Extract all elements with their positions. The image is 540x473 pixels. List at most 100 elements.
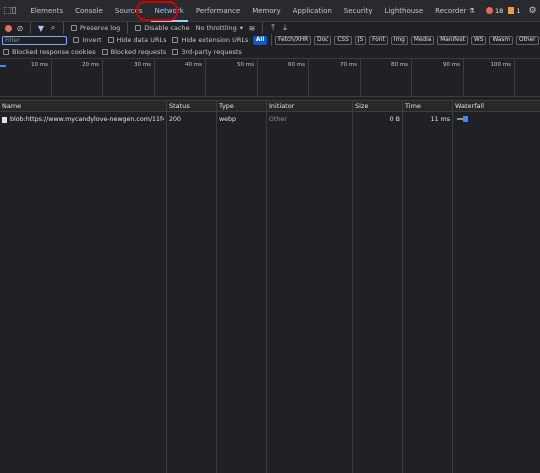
inspect-element-icon[interactable]: ⬚: [3, 4, 12, 18]
column-header-initiator[interactable]: Initiator: [269, 102, 294, 110]
disable-cache-box[interactable]: [135, 25, 142, 31]
column-divider: [452, 100, 453, 473]
tab-lighthouse[interactable]: Lighthouse: [379, 0, 430, 22]
preserve-log-checkbox[interactable]: Preserve log: [71, 24, 120, 32]
more-options-icon[interactable]: ⋮: [537, 4, 540, 18]
disable-cache-checkbox[interactable]: Disable cache: [135, 24, 190, 32]
column-header-time[interactable]: Time: [405, 102, 421, 110]
hide-data-urls-checkbox[interactable]: Hide data URLs: [107, 36, 167, 44]
column-header-status[interactable]: Status: [169, 102, 190, 110]
third-party-requests-box[interactable]: [172, 49, 179, 55]
column-divider: [352, 100, 353, 473]
type-filter-img[interactable]: Img: [390, 35, 408, 45]
divider: [127, 22, 129, 34]
tab-performance[interactable]: Performance: [190, 0, 246, 22]
tab-recorder-label: Recorder: [435, 6, 467, 15]
warning-count-badge[interactable]: 1: [508, 7, 520, 15]
row-name: blob:https://www.mycandylove-newgen.com/…: [10, 116, 164, 123]
overview-tick-label: 90 ms: [443, 62, 460, 68]
hide-extension-urls-box[interactable]: [172, 37, 179, 43]
blocked-filters-row: Blocked response cookies Blocked request…: [0, 46, 540, 58]
hide-extension-urls-checkbox[interactable]: Hide extension URLs: [172, 36, 248, 44]
type-filter-wasm[interactable]: Wasm: [489, 35, 514, 45]
invert-checkbox[interactable]: Invert: [73, 36, 102, 44]
column-header-type[interactable]: Type: [219, 102, 234, 110]
third-party-requests-checkbox[interactable]: 3rd-party requests: [172, 48, 242, 56]
type-filter-doc[interactable]: Doc: [314, 35, 332, 45]
overview-gridline: [514, 59, 515, 96]
filter-icon[interactable]: ▼: [35, 22, 47, 34]
type-filter-media[interactable]: Media: [410, 35, 435, 45]
column-header-size[interactable]: Size: [355, 102, 368, 110]
tab-memory[interactable]: Memory: [246, 0, 286, 22]
overview-gridline: [360, 59, 361, 96]
overview-request-bar: [0, 65, 6, 67]
overview-gridline: [154, 59, 155, 96]
error-count-badge[interactable]: 18: [486, 7, 503, 15]
invert-label: Invert: [82, 36, 102, 44]
row-status: 200: [169, 116, 182, 123]
type-filter-fetch-xhr[interactable]: Fetch/XHR: [275, 35, 312, 45]
table-row[interactable]: blob:https://www.mycandylove-newgen.com/…: [0, 114, 540, 125]
third-party-requests-label: 3rd-party requests: [181, 48, 242, 56]
device-toolbar-icon[interactable]: ▯: [12, 4, 17, 18]
network-conditions-wifi-icon[interactable]: ≋: [246, 22, 258, 34]
record-stop-icon[interactable]: [2, 22, 14, 34]
tab-security[interactable]: Security: [338, 0, 379, 22]
preserve-log-box[interactable]: [71, 25, 77, 31]
blocked-response-cookies-checkbox[interactable]: Blocked response cookies: [3, 48, 96, 56]
type-filter-manifest[interactable]: Manifest: [437, 35, 469, 45]
network-overview-timeline[interactable]: 10 ms 20 ms 30 ms 40 ms 50 ms 60 ms 70 m…: [0, 58, 540, 97]
column-divider: [402, 100, 403, 473]
export-har-download-icon[interactable]: ⤓: [279, 22, 291, 34]
type-filter-all[interactable]: All: [252, 35, 268, 45]
divider: [63, 22, 64, 34]
type-filter-js[interactable]: JS: [354, 35, 367, 45]
type-filter-css[interactable]: CSS: [334, 35, 352, 45]
overview-tick-label: 30 ms: [134, 62, 151, 68]
import-har-upload-icon[interactable]: ⤒: [267, 22, 279, 34]
type-filter-font[interactable]: Font: [369, 35, 388, 45]
throttling-value: No throttling: [195, 24, 237, 32]
blocked-requests-label: Blocked requests: [110, 48, 167, 56]
search-icon[interactable]: ⌕: [47, 22, 59, 34]
overview-gridline: [257, 59, 258, 96]
waterfall-bar-download: [463, 116, 468, 122]
flask-icon: ⚗: [468, 6, 476, 15]
warning-icon: [508, 7, 515, 14]
tab-elements[interactable]: Elements: [24, 0, 69, 22]
overview-tick-label: 70 ms: [340, 62, 357, 68]
row-time: 11 ms: [430, 116, 450, 123]
blocked-response-cookies-box[interactable]: [3, 49, 9, 55]
hide-data-urls-box[interactable]: [107, 37, 114, 43]
overview-tick-label: 40 ms: [185, 62, 202, 68]
divider: [30, 22, 31, 34]
blocked-requests-checkbox[interactable]: Blocked requests: [101, 48, 167, 56]
tab-console[interactable]: Console: [69, 0, 109, 22]
tab-recorder[interactable]: Recorder ⚗: [429, 0, 481, 22]
clear-icon[interactable]: ⊘: [14, 22, 26, 34]
column-header-name[interactable]: Name: [2, 102, 21, 110]
filter-input[interactable]: Filter: [2, 35, 68, 45]
column-divider: [166, 100, 167, 473]
blocked-requests-box[interactable]: [101, 49, 108, 55]
throttling-select[interactable]: No throttling ▾: [196, 24, 243, 32]
invert-box[interactable]: [73, 37, 80, 43]
column-header-waterfall[interactable]: Waterfall: [455, 102, 484, 110]
hide-data-urls-label: Hide data URLs: [116, 36, 167, 44]
tab-application[interactable]: Application: [287, 0, 338, 22]
hide-extension-urls-label: Hide extension URLs: [181, 36, 249, 44]
overview-gridline: [102, 59, 103, 96]
overview-gridline: [308, 59, 309, 96]
error-count: 18: [495, 6, 504, 15]
type-filter-ws[interactable]: WS: [471, 35, 487, 45]
settings-gear-icon[interactable]: ⚙: [528, 4, 536, 18]
filter-row: Filter Invert Hide data URLs Hide extens…: [0, 34, 540, 46]
error-icon: [486, 7, 494, 14]
overview-tick-label: 80 ms: [391, 62, 408, 68]
type-filter-other[interactable]: Other: [516, 35, 539, 45]
divider: [261, 22, 263, 34]
column-divider: [266, 100, 267, 473]
overview-gridline: [51, 59, 52, 96]
divider: [270, 34, 272, 46]
